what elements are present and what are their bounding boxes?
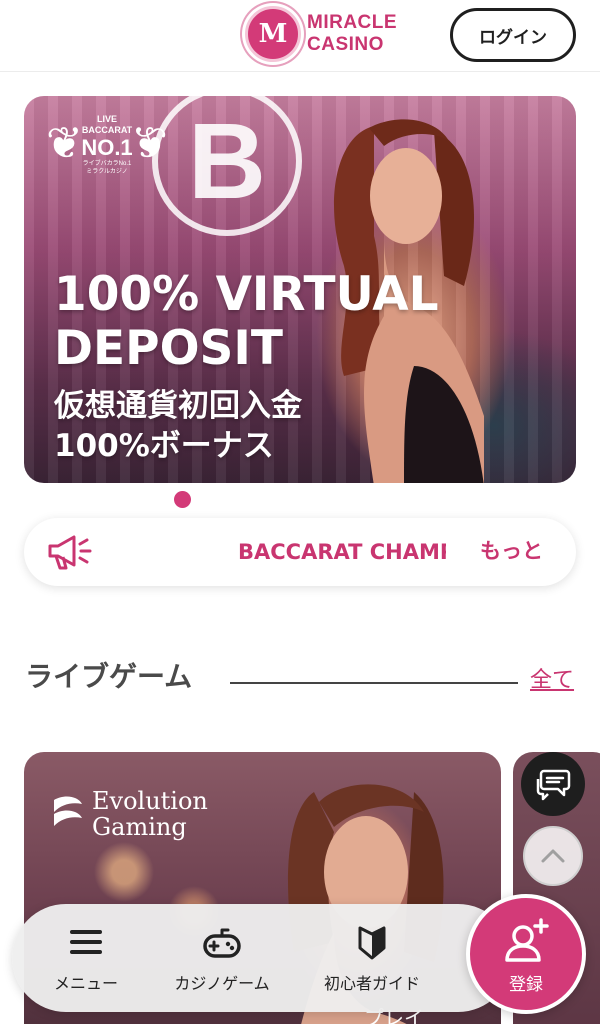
provider-line2: Gaming [92, 813, 187, 841]
nav-label-casino-games: カジノゲーム [174, 974, 270, 993]
banner-title: 100% VIRTUAL DEPOSIT [54, 268, 439, 376]
nav-item-menu[interactable]: メニュー [46, 922, 126, 994]
view-all-link[interactable]: 全て [530, 666, 574, 696]
provider-line1: Evolution [92, 787, 208, 815]
logo-text: MIRACLE CASINO [307, 12, 397, 56]
megaphone-icon [48, 535, 92, 570]
badge-sub2: ミラクルカジノ [86, 169, 128, 175]
logo[interactable]: M MIRACLE CASINO [245, 6, 397, 62]
laurel-right-icon: ❦ [131, 119, 168, 168]
bitcoin-symbol: B [188, 100, 266, 221]
announcement-more-link[interactable]: もっと [480, 537, 543, 565]
logo-badge: M [245, 6, 301, 62]
bottom-nav: メニュー カジノゲーム 初心者ガイド [12, 904, 512, 1012]
chevron-up-icon [541, 849, 565, 863]
add-user-icon [505, 918, 549, 962]
laurel-left-icon: ❦ [46, 119, 83, 168]
register-label: 登録 [509, 975, 543, 995]
login-button[interactable]: ログイン [450, 8, 576, 62]
logo-letter: M [258, 19, 288, 49]
nav-label-beginner-guide: 初心者ガイド [323, 974, 420, 993]
carousel-dot-active[interactable] [174, 491, 191, 508]
provider-name: Evolution Gaming [92, 788, 208, 840]
promo-banner[interactable]: B ❦ ❦ LIVE BACCARAT NO.1 ライブバカラNo.1 ミラクル… [24, 96, 576, 483]
baccarat-no1-badge: ❦ ❦ LIVE BACCARAT NO.1 ライブバカラNo.1 ミラクルカジ… [46, 114, 168, 184]
logo-line1: MIRACLE [307, 12, 398, 33]
beginner-mark-icon [358, 926, 386, 960]
scroll-top-button[interactable] [523, 826, 583, 886]
announcement-text: BACCARAT CHAMPIONSHIP [238, 540, 446, 564]
gamepad-icon [203, 928, 241, 958]
chat-button[interactable] [521, 752, 585, 816]
banner-jp-line2: 100%ボーナス [54, 428, 274, 464]
banner-title-line1: 100% VIRTUAL [54, 267, 439, 322]
nav-item-casino-games[interactable]: カジノゲーム [164, 922, 280, 994]
logo-line2: CASINO [307, 34, 384, 55]
banner-title-line2: DEPOSIT [54, 321, 283, 376]
evolution-logo-icon [54, 796, 82, 826]
banner-subtitle: 仮想通貨初回入金 100%ボーナス [54, 386, 302, 466]
announcement-bar[interactable]: BACCARAT CHAMPIONSHIP もっと [24, 518, 576, 586]
menu-icon [70, 930, 102, 954]
header: M MIRACLE CASINO ログイン [0, 0, 600, 72]
banner-jp-line1: 仮想通貨初回入金 [54, 388, 302, 424]
chat-icon [536, 769, 571, 801]
register-button[interactable]: 登録 [466, 894, 586, 1014]
nav-label-menu: メニュー [53, 974, 118, 993]
nav-item-beginner-guide[interactable]: 初心者ガイド [308, 922, 436, 994]
section-divider [230, 682, 518, 684]
section-title: ライブゲーム [25, 660, 193, 693]
